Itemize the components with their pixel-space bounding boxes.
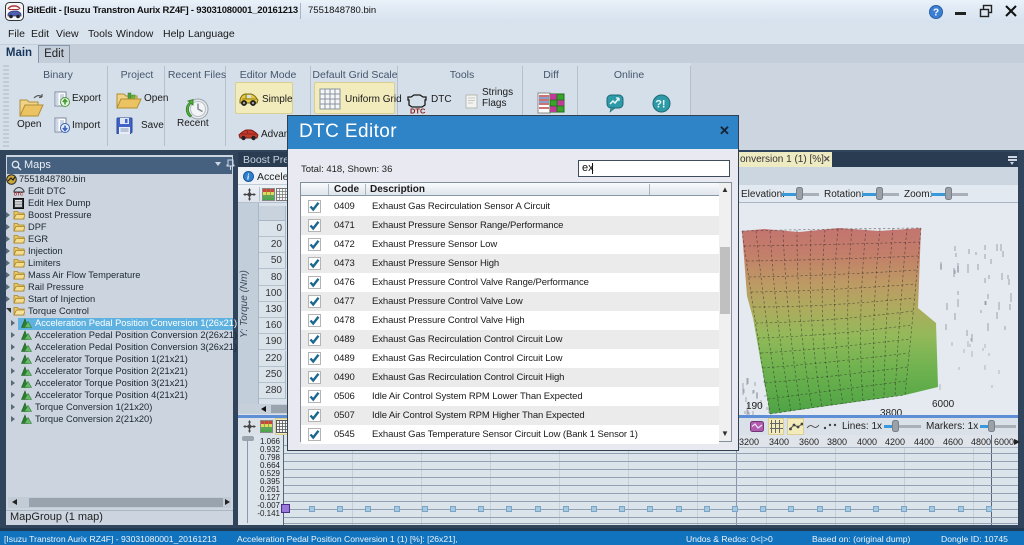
svg-text:DTC: DTC	[410, 107, 426, 115]
svg-text:?!: ?!	[655, 99, 665, 111]
svg-text:?: ?	[933, 8, 939, 19]
svg-text:DTC: DTC	[14, 192, 24, 197]
